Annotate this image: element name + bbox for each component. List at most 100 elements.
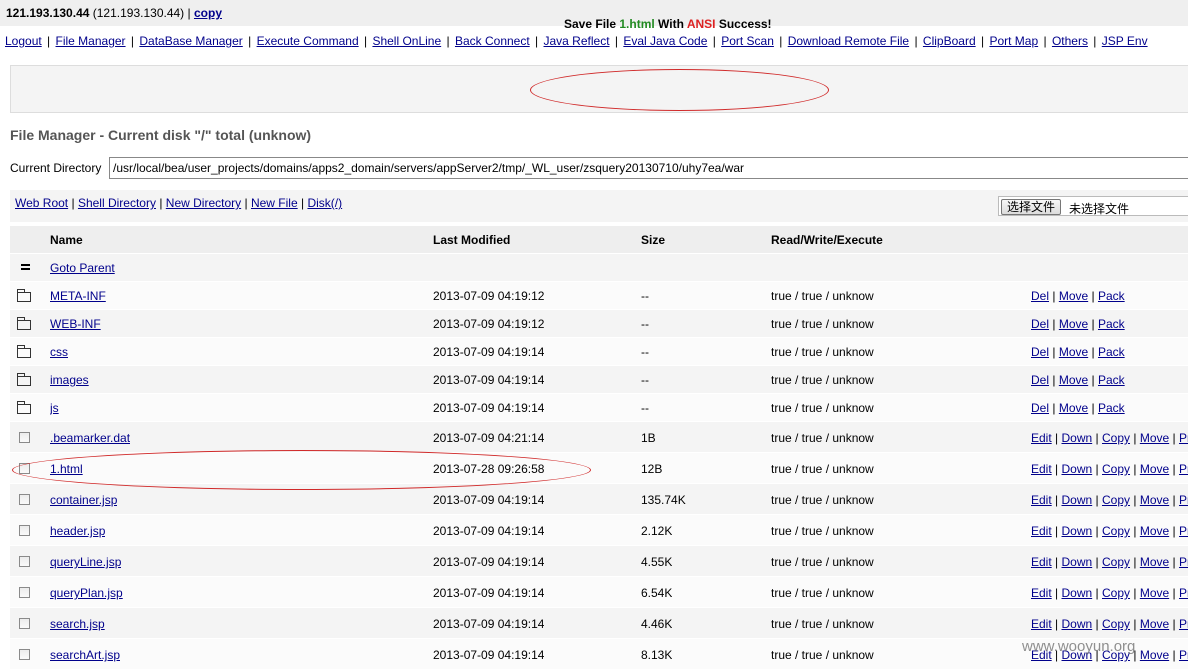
goto-parent-link[interactable]: Goto Parent bbox=[50, 261, 115, 275]
link-new-directory[interactable]: New Directory bbox=[166, 196, 241, 210]
pr-action[interactable]: Pr bbox=[1179, 462, 1188, 476]
down-action[interactable]: Down bbox=[1062, 431, 1093, 445]
pr-action[interactable]: Pr bbox=[1179, 555, 1188, 569]
file-link[interactable]: header.jsp bbox=[50, 524, 105, 538]
file-link[interactable]: .beamarker.dat bbox=[50, 431, 130, 445]
file-link[interactable]: queryLine.jsp bbox=[50, 555, 121, 569]
move-action[interactable]: Move bbox=[1059, 317, 1088, 331]
menu-port-map[interactable]: Port Map bbox=[989, 34, 1038, 48]
file-link[interactable]: container.jsp bbox=[50, 493, 117, 507]
pack-action[interactable]: Pack bbox=[1098, 289, 1125, 303]
del-action[interactable]: Del bbox=[1031, 345, 1049, 359]
actions-cell: Del | Move | Pack bbox=[1031, 373, 1188, 387]
file-row: queryLine.jsp 2013-07-09 04:19:14 4.55K tru… bbox=[10, 546, 1188, 577]
directory-link[interactable]: images bbox=[50, 373, 89, 387]
move-action[interactable]: Move bbox=[1140, 555, 1169, 569]
down-action[interactable]: Down bbox=[1062, 493, 1093, 507]
separator: | bbox=[779, 34, 783, 48]
choose-file-button[interactable]: 选择文件 bbox=[1001, 199, 1062, 215]
pr-action[interactable]: Pr bbox=[1179, 431, 1188, 445]
menu-java-reflect[interactable]: Java Reflect bbox=[544, 34, 610, 48]
pr-action[interactable]: Pr bbox=[1179, 586, 1188, 600]
del-action[interactable]: Del bbox=[1031, 317, 1049, 331]
link-new-file[interactable]: New File bbox=[251, 196, 298, 210]
file-checkbox[interactable] bbox=[19, 432, 30, 443]
menu-port-scan[interactable]: Port Scan bbox=[721, 34, 774, 48]
del-action[interactable]: Del bbox=[1031, 289, 1049, 303]
move-action[interactable]: Move bbox=[1059, 289, 1088, 303]
copy-action[interactable]: Copy bbox=[1102, 524, 1130, 538]
pack-action[interactable]: Pack bbox=[1098, 345, 1125, 359]
pack-action[interactable]: Pack bbox=[1098, 317, 1125, 331]
move-action[interactable]: Move bbox=[1140, 586, 1169, 600]
down-action[interactable]: Down bbox=[1062, 524, 1093, 538]
link-disk[interactable]: Disk(/) bbox=[307, 196, 342, 210]
move-action[interactable]: Move bbox=[1140, 493, 1169, 507]
directory-link[interactable]: WEB-INF bbox=[50, 317, 101, 331]
menu-execute-command[interactable]: Execute Command bbox=[257, 34, 359, 48]
edit-action[interactable]: Edit bbox=[1031, 586, 1052, 600]
file-link[interactable]: queryPlan.jsp bbox=[50, 586, 123, 600]
actions-cell: Edit | Down | Copy | Move | Pr bbox=[1031, 462, 1188, 476]
file-checkbox[interactable] bbox=[19, 587, 30, 598]
down-action[interactable]: Down bbox=[1062, 586, 1093, 600]
edit-action[interactable]: Edit bbox=[1031, 555, 1052, 569]
edit-action[interactable]: Edit bbox=[1031, 493, 1052, 507]
copy-ip-link[interactable]: copy bbox=[194, 6, 222, 20]
move-action[interactable]: Move bbox=[1140, 431, 1169, 445]
menu-file-manager[interactable]: File Manager bbox=[56, 34, 126, 48]
menu-jsp-env[interactable]: JSP Env bbox=[1102, 34, 1148, 48]
down-action[interactable]: Down bbox=[1062, 555, 1093, 569]
move-action[interactable]: Move bbox=[1140, 462, 1169, 476]
menu-others[interactable]: Others bbox=[1052, 34, 1088, 48]
file-checkbox[interactable] bbox=[19, 618, 30, 629]
link-web-root[interactable]: Web Root bbox=[15, 196, 68, 210]
file-checkbox[interactable] bbox=[19, 649, 30, 660]
permissions-cell: true / true / unknow bbox=[771, 373, 874, 387]
file-checkbox[interactable] bbox=[19, 556, 30, 567]
menu-eval-java-code[interactable]: Eval Java Code bbox=[623, 34, 707, 48]
move-action[interactable]: Move bbox=[1059, 345, 1088, 359]
pr-action[interactable]: Pr bbox=[1179, 493, 1188, 507]
separator: | bbox=[1093, 34, 1097, 48]
del-action[interactable]: Del bbox=[1031, 373, 1049, 387]
link-shell-directory[interactable]: Shell Directory bbox=[78, 196, 156, 210]
current-directory-input[interactable] bbox=[109, 157, 1188, 179]
move-action[interactable]: Move bbox=[1059, 401, 1088, 415]
name-cell: container.jsp bbox=[50, 493, 117, 507]
copy-action[interactable]: Copy bbox=[1102, 462, 1130, 476]
del-action[interactable]: Del bbox=[1031, 401, 1049, 415]
pack-action[interactable]: Pack bbox=[1098, 373, 1125, 387]
separator: | bbox=[1133, 586, 1137, 600]
menu-download-remote-file[interactable]: Download Remote File bbox=[788, 34, 909, 48]
directory-link[interactable]: META-INF bbox=[50, 289, 106, 303]
file-checkbox[interactable] bbox=[19, 494, 30, 505]
down-action[interactable]: Down bbox=[1062, 617, 1093, 631]
pack-action[interactable]: Pack bbox=[1098, 401, 1125, 415]
copy-action[interactable]: Copy bbox=[1102, 493, 1130, 507]
file-link[interactable]: search.jsp bbox=[50, 617, 105, 631]
down-action[interactable]: Down bbox=[1062, 462, 1093, 476]
menu-shell-online[interactable]: Shell OnLine bbox=[372, 34, 441, 48]
menu-database-manager[interactable]: DataBase Manager bbox=[139, 34, 242, 48]
file-checkbox[interactable] bbox=[19, 525, 30, 536]
pr-action[interactable]: Pr bbox=[1179, 617, 1188, 631]
copy-action[interactable]: Copy bbox=[1102, 617, 1130, 631]
menu-clipboard[interactable]: ClipBoard bbox=[923, 34, 976, 48]
copy-action[interactable]: Copy bbox=[1102, 431, 1130, 445]
directory-link[interactable]: js bbox=[50, 401, 59, 415]
separator: | bbox=[71, 196, 75, 210]
move-action[interactable]: Move bbox=[1140, 524, 1169, 538]
edit-action[interactable]: Edit bbox=[1031, 431, 1052, 445]
pr-action[interactable]: Pr bbox=[1179, 524, 1188, 538]
edit-action[interactable]: Edit bbox=[1031, 617, 1052, 631]
copy-action[interactable]: Copy bbox=[1102, 586, 1130, 600]
move-action[interactable]: Move bbox=[1059, 373, 1088, 387]
move-action[interactable]: Move bbox=[1140, 617, 1169, 631]
copy-action[interactable]: Copy bbox=[1102, 555, 1130, 569]
menu-logout[interactable]: Logout bbox=[5, 34, 42, 48]
menu-back-connect[interactable]: Back Connect bbox=[455, 34, 530, 48]
edit-action[interactable]: Edit bbox=[1031, 524, 1052, 538]
directory-link[interactable]: css bbox=[50, 345, 68, 359]
edit-action[interactable]: Edit bbox=[1031, 462, 1052, 476]
